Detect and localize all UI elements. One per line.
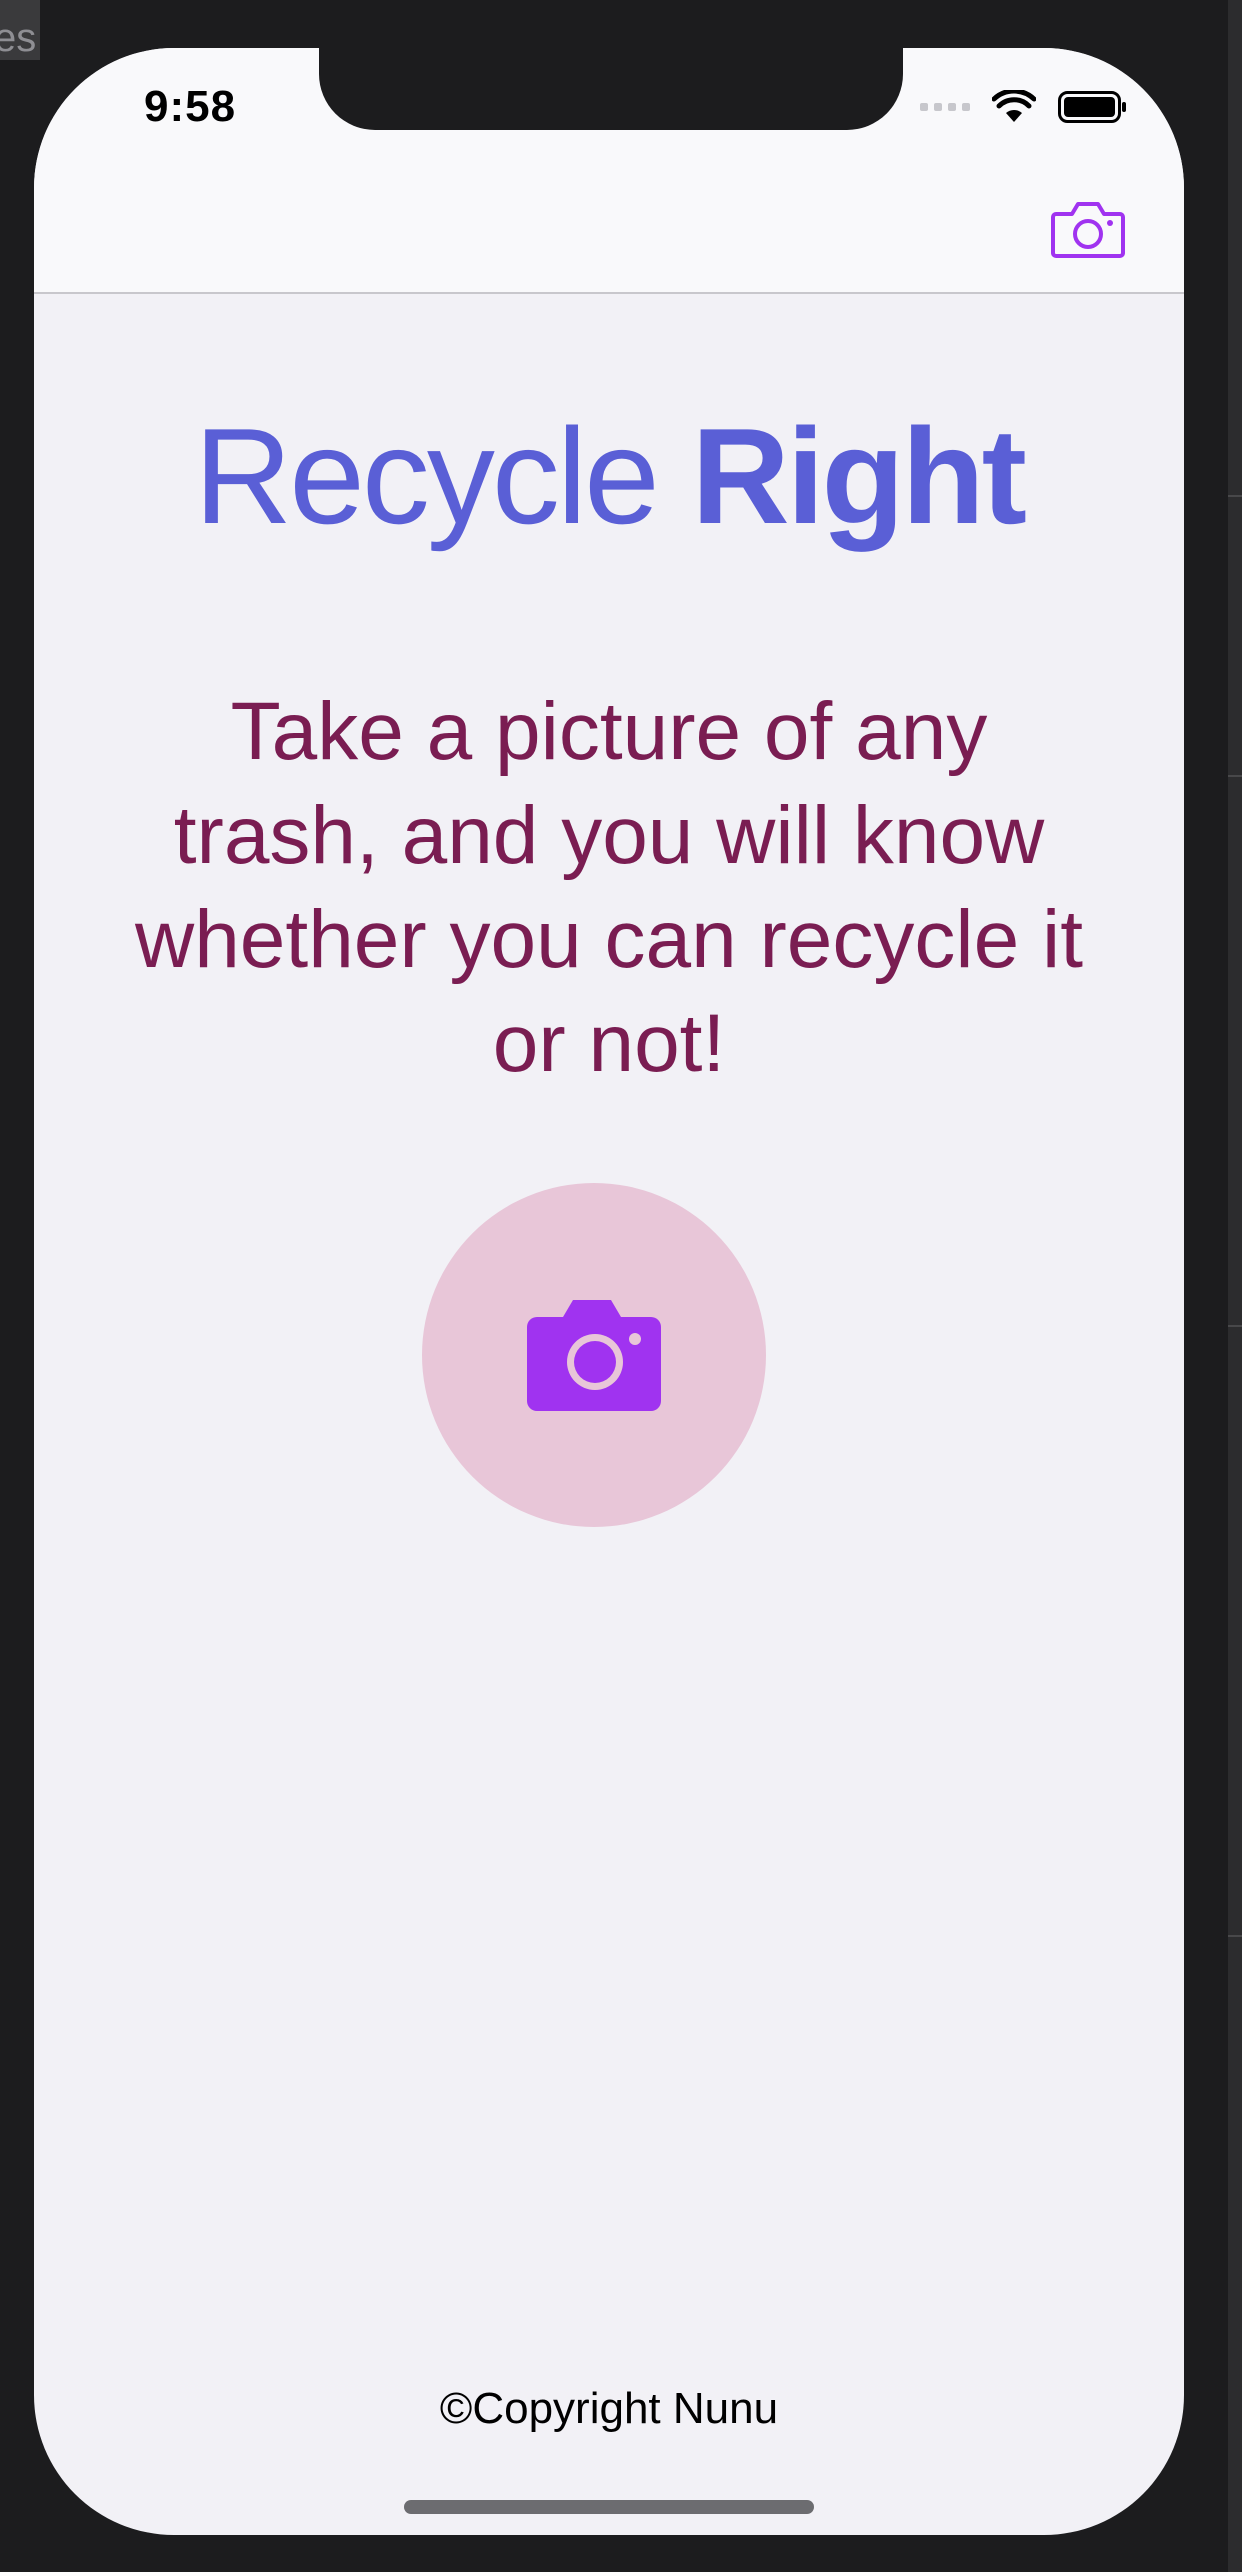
app-title-regular: Recycle bbox=[194, 400, 660, 552]
home-indicator[interactable] bbox=[404, 2500, 814, 2514]
status-time: 9:58 bbox=[144, 82, 237, 131]
instruction-text: Take a picture of any trash, and you wil… bbox=[134, 686, 1083, 1089]
battery-icon bbox=[1058, 91, 1126, 123]
camera-filled-icon bbox=[527, 1300, 661, 1411]
wifi-icon bbox=[992, 90, 1036, 122]
app-title: Recycle Right bbox=[34, 398, 1184, 554]
camera-outline-icon bbox=[1051, 202, 1125, 258]
app-title-bold: Right bbox=[691, 400, 1027, 552]
phone-screen: 9:58 Recycle Right Take a picture of any… bbox=[34, 48, 1184, 2535]
phone-device: 9:58 Recycle Right Take a picture of any… bbox=[0, 0, 1242, 2572]
cellular-signal-icon bbox=[920, 103, 970, 111]
device-notch bbox=[319, 48, 903, 130]
status-indicators bbox=[920, 90, 1128, 124]
take-photo-button[interactable] bbox=[422, 1183, 766, 1527]
nav-camera-button[interactable] bbox=[1050, 198, 1126, 260]
copyright-text: ©Copyright Nunu bbox=[439, 2384, 779, 2433]
